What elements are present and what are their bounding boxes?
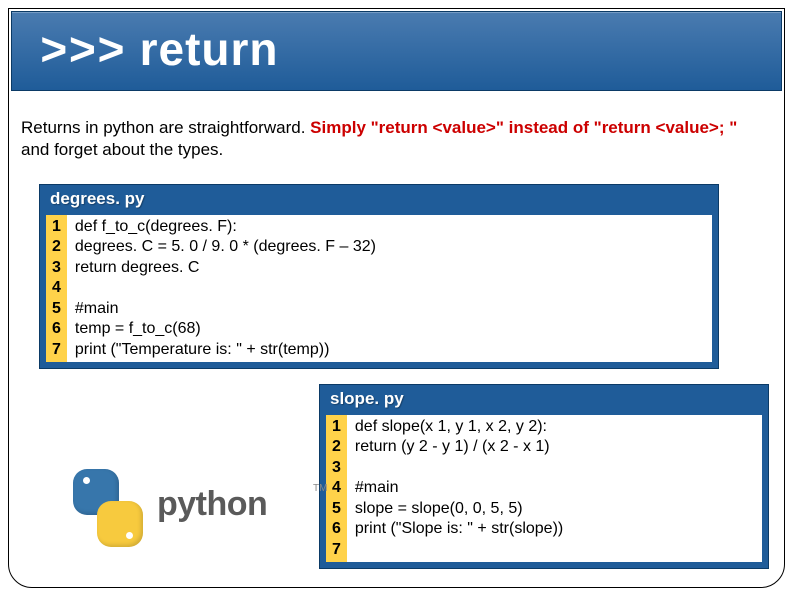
code-listing: def f_to_c(degrees. F): degrees. C = 5. … (67, 215, 712, 362)
code-body: 1 2 3 4 5 6 7 def f_to_c(degrees. F): de… (46, 215, 712, 362)
python-logo-icon (69, 469, 147, 547)
intro-plain-1: Returns in python are straightforward. (21, 118, 310, 137)
intro-paragraph: Returns in python are straightforward. S… (21, 117, 764, 161)
code-listing: def slope(x 1, y 1, x 2, y 2): return (y… (347, 415, 762, 562)
line-numbers: 1 2 3 4 5 6 7 (46, 215, 67, 362)
python-wordmark: python (157, 485, 267, 524)
slide-title: >>> return (40, 22, 279, 79)
code-caption: slope. py (320, 385, 768, 415)
trademark-glyph: TM (313, 483, 327, 494)
code-body: 1 2 3 4 5 6 7 def slope(x 1, y 1, x 2, y… (326, 415, 762, 562)
intro-highlight: Simply "return <value>" instead of "retu… (310, 118, 737, 137)
intro-plain-2: and forget about the types. (21, 140, 223, 159)
python-logo: python TM (69, 459, 309, 559)
python-snake-yellow (97, 501, 143, 547)
code-window-degrees: degrees. py 1 2 3 4 5 6 7 def f_to_c(deg… (39, 184, 719, 369)
code-window-slope: slope. py 1 2 3 4 5 6 7 def slope(x 1, y… (319, 384, 769, 569)
code-caption: degrees. py (40, 185, 718, 215)
slide-frame: >>> return Returns in python are straigh… (8, 8, 785, 588)
prompt-glyph: >>> (40, 27, 126, 79)
title-bar: >>> return (11, 11, 782, 91)
line-numbers: 1 2 3 4 5 6 7 (326, 415, 347, 562)
title-word: return (140, 23, 279, 75)
